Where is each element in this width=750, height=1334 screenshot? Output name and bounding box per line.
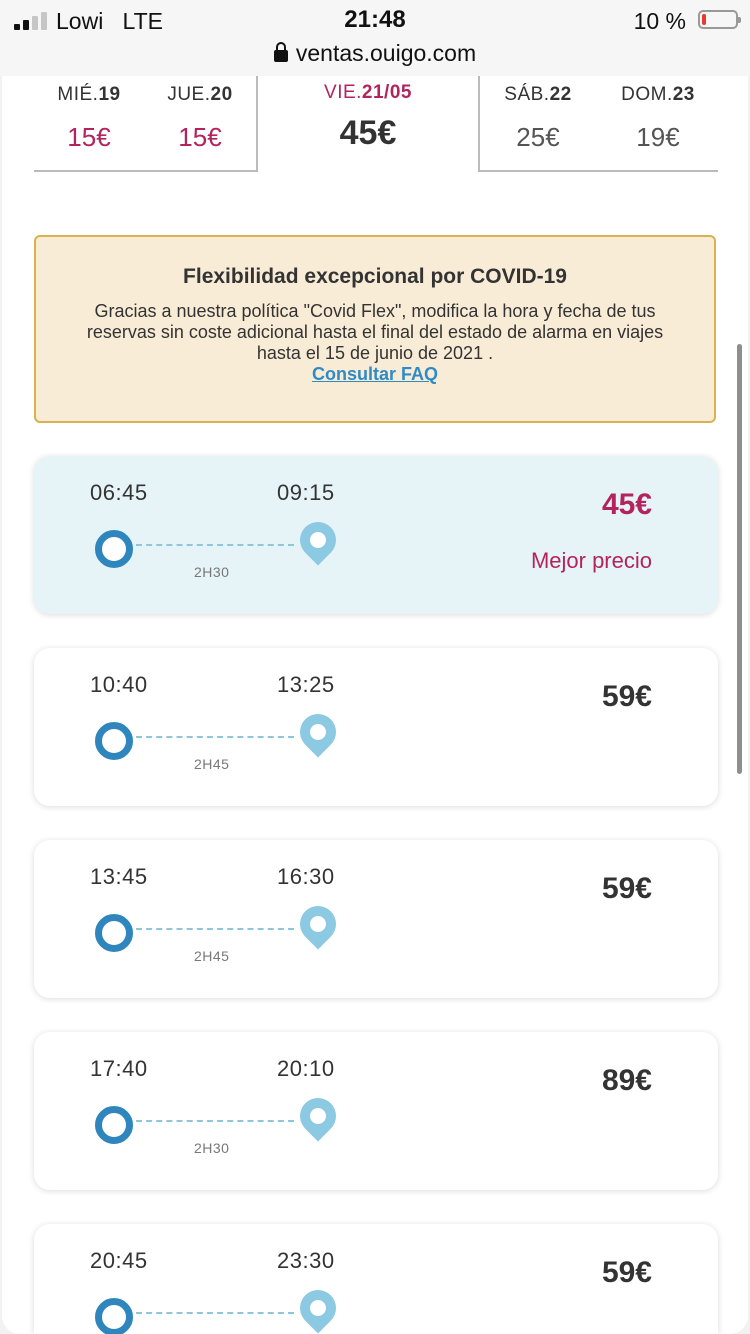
trip-price: 59€ — [601, 872, 652, 905]
destination-pin-icon — [292, 898, 344, 950]
origin-dot-icon — [95, 1298, 133, 1334]
departure-time: 10:40 — [90, 672, 148, 697]
lock-icon — [273, 42, 288, 62]
destination-pin-icon — [292, 1090, 344, 1142]
results-page: MIÉ.19 15€ JUE.20 15€ VIE.21/05 45€ SÁB.… — [2, 76, 748, 1334]
battery-percentage: 10 % — [633, 8, 686, 34]
arrival-time: 13:25 — [277, 672, 335, 697]
arrival-time: 23:30 — [277, 1248, 335, 1273]
route-line — [136, 1120, 294, 1122]
departure-time: 17:40 — [90, 1056, 148, 1081]
trip-price: 89€ — [601, 1064, 652, 1097]
departure-time: 20:45 — [90, 1248, 148, 1273]
route-line — [136, 1312, 294, 1314]
covid-notice-text: Gracias a nuestra política "Covid Flex",… — [86, 301, 664, 363]
origin-dot-icon — [95, 530, 133, 568]
date-price: 15€ — [178, 122, 222, 152]
arrival-time: 16:30 — [277, 864, 335, 889]
date-price: 25€ — [516, 122, 560, 152]
tab-divider — [478, 170, 718, 172]
destination-pin-icon — [292, 706, 344, 758]
trip-card[interactable]: 20:45 23:30 59€ — [34, 1224, 718, 1334]
tab-divider — [34, 170, 258, 172]
trip-card[interactable]: 10:40 13:25 2H45 59€ — [34, 648, 718, 806]
departure-time: 13:45 — [90, 864, 148, 889]
best-price-label: Mejor precio — [530, 548, 652, 573]
trip-price: 59€ — [601, 1256, 652, 1289]
departure-time: 06:45 — [90, 480, 148, 505]
battery-icon — [698, 10, 741, 29]
destination-pin-icon — [292, 514, 344, 566]
trip-duration: 2H30 — [194, 1140, 230, 1156]
destination-pin-icon — [292, 1282, 344, 1334]
date-tab-thu-20[interactable]: JUE.20 15€ — [144, 84, 256, 153]
date-tab-wed-19[interactable]: MIÉ.19 15€ — [34, 84, 144, 153]
arrival-time: 09:15 — [277, 480, 335, 505]
trip-card[interactable]: 13:45 16:30 2H45 59€ — [34, 840, 718, 998]
trip-duration: 2H45 — [194, 948, 230, 964]
date-tab-sun-23[interactable]: DOM.23 19€ — [598, 84, 718, 153]
url-text: ventas.ouigo.com — [295, 40, 477, 66]
status-bar: Lowi LTE 21:48 10 % ventas.ouigo.com — [0, 0, 750, 76]
origin-dot-icon — [95, 914, 133, 952]
date-tab-fri-21-selected[interactable]: VIE.21/05 45€ — [256, 76, 480, 172]
route-line — [136, 928, 294, 930]
selected-date-price: 45€ — [339, 114, 397, 152]
trip-price: 59€ — [601, 680, 652, 713]
date-tab-sat-22[interactable]: SÁB.22 25€ — [478, 84, 598, 153]
scrollbar[interactable] — [737, 344, 742, 774]
trip-duration: 2H45 — [194, 756, 230, 772]
trip-card[interactable]: 17:40 20:10 2H30 89€ — [34, 1032, 718, 1190]
date-price: 15€ — [67, 122, 111, 152]
arrival-time: 20:10 — [277, 1056, 335, 1081]
covid-notice: Flexibilidad excepcional por COVID-19 Gr… — [34, 235, 716, 423]
covid-notice-title: Flexibilidad excepcional por COVID-19 — [183, 265, 567, 288]
faq-link[interactable]: Consultar FAQ — [312, 364, 438, 385]
origin-dot-icon — [95, 1106, 133, 1144]
url-bar[interactable]: ventas.ouigo.com — [0, 40, 750, 67]
trip-card[interactable]: 06:45 09:15 2H30 45€ Mejor precio — [34, 456, 718, 614]
route-line — [136, 544, 294, 546]
trip-price: 45€ — [601, 488, 652, 521]
date-price: 19€ — [636, 122, 680, 152]
trip-duration: 2H30 — [194, 564, 230, 580]
route-line — [136, 736, 294, 738]
origin-dot-icon — [95, 722, 133, 760]
